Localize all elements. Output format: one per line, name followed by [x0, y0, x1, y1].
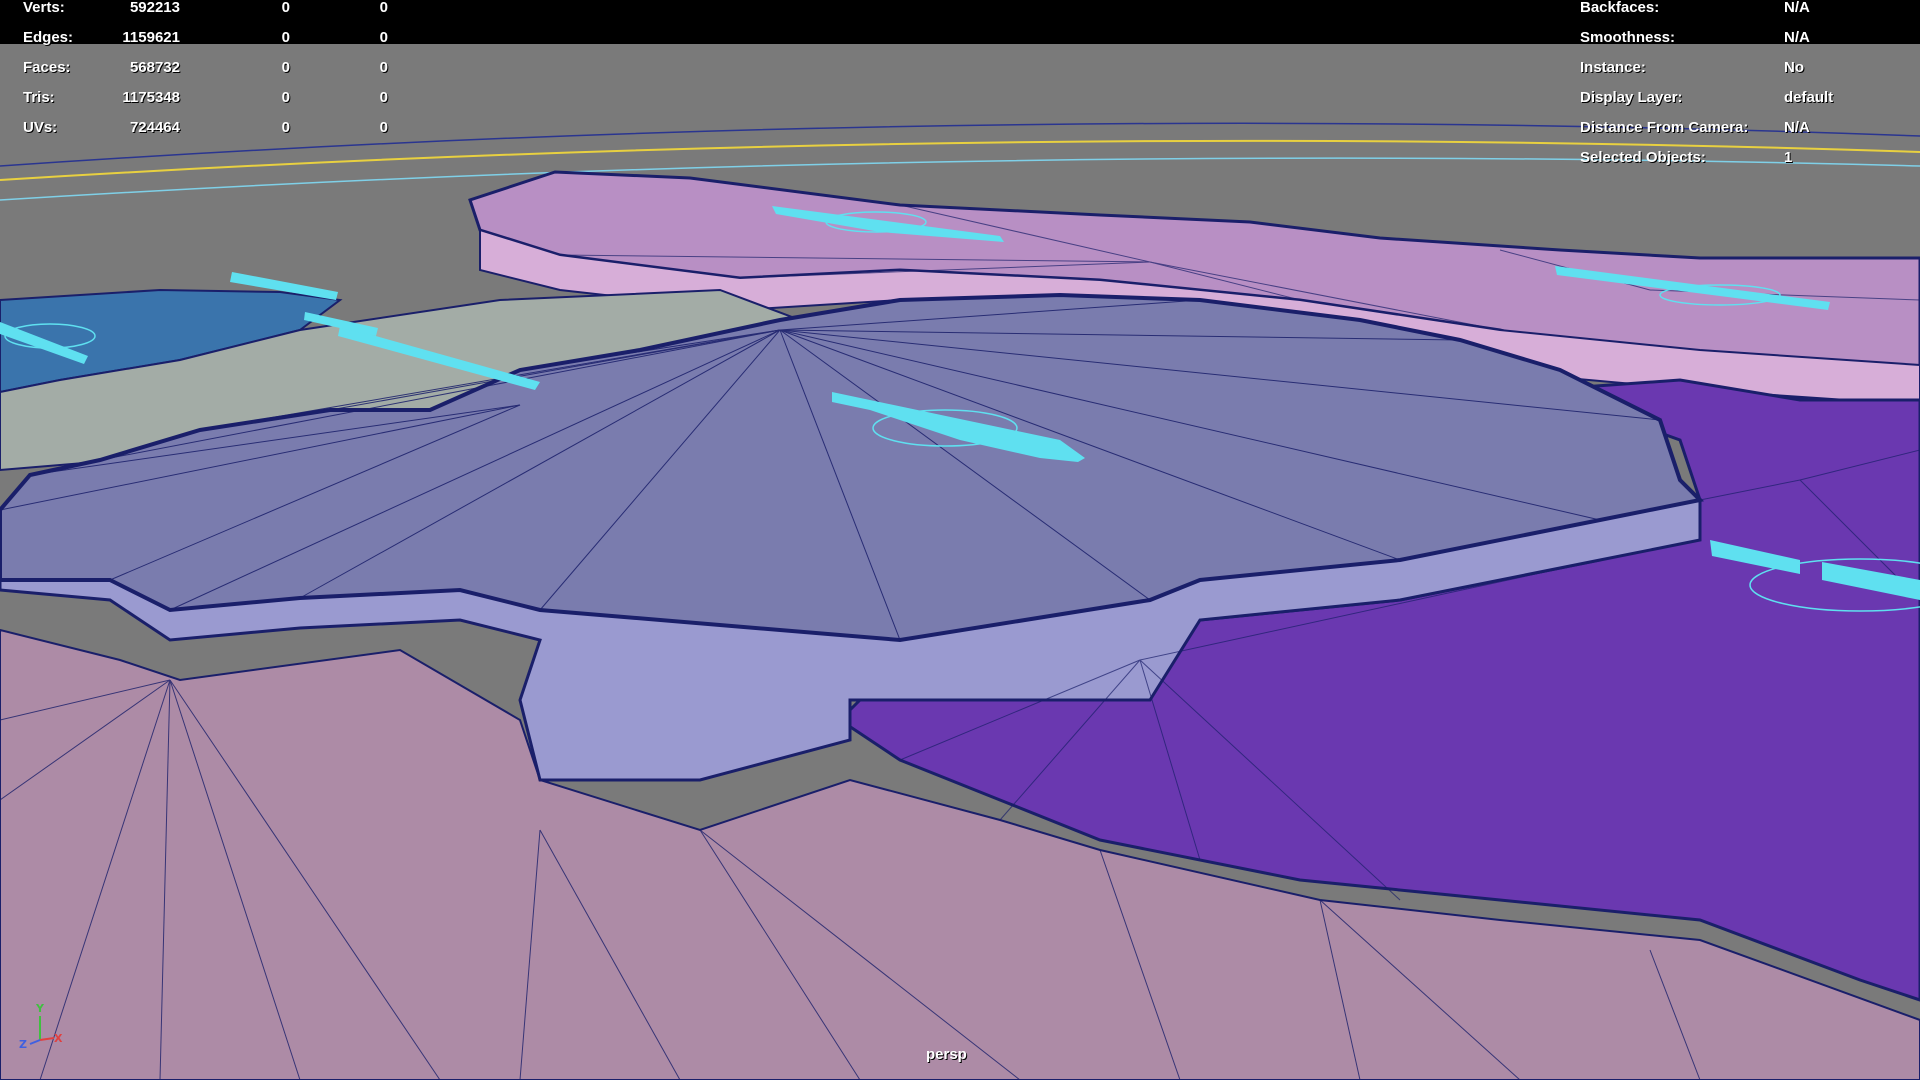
hud-label-distance-from-camera: Distance From Camera:	[1580, 119, 1749, 136]
hud-value-tris-selected: 0	[281, 89, 290, 106]
hud-value-faces-other: 0	[379, 59, 388, 76]
hud-value-smoothness: N/A	[1784, 29, 1810, 46]
view-axis-gizmo: Z Y X	[14, 1000, 74, 1060]
hud-value-uvs-other: 0	[379, 119, 388, 136]
axis-z-label: Z	[19, 1038, 27, 1051]
axis-z-line	[29, 1039, 41, 1045]
hud-label-instance: Instance:	[1580, 59, 1646, 76]
hud-value-edges-selected: 0	[281, 29, 290, 46]
camera-name-label: persp	[926, 1046, 967, 1063]
hud-value-verts-total: 592213	[129, 0, 180, 16]
hud-value-distance-from-camera: N/A	[1784, 119, 1810, 136]
hud-value-tris-other: 0	[379, 89, 388, 106]
hud-value-uvs-selected: 0	[281, 119, 290, 136]
axis-y-label: Y	[36, 1002, 44, 1015]
hud-value-selected-objects: 1	[1784, 149, 1793, 166]
hud-value-edges-other: 0	[379, 29, 388, 46]
hud-label-selected-objects: Selected Objects:	[1580, 149, 1706, 166]
hud-value-verts-other: 0	[379, 0, 388, 16]
axis-gizmo-svg	[29, 1016, 55, 1045]
hud-value-edges-total: 1159621	[122, 29, 180, 46]
hud-value-faces-selected: 0	[281, 59, 290, 76]
hud-label-smoothness: Smoothness:	[1580, 29, 1676, 46]
hud-label-backfaces: Backfaces:	[1580, 0, 1660, 16]
hud-value-tris-total: 1175348	[122, 89, 180, 106]
maya-perspective-viewport[interactable]: Verts: 592213 0 0 Edges: 1159621 0 0 Fac…	[0, 0, 1920, 1080]
hud-value-faces-total: 568732	[129, 59, 180, 76]
hud-value-instance: No	[1784, 59, 1804, 76]
hud-value-verts-selected: 0	[281, 0, 290, 16]
hud-label-display-layer: Display Layer:	[1580, 89, 1683, 106]
hud-value-backfaces: N/A	[1784, 0, 1810, 16]
axis-x-label: X	[54, 1032, 63, 1045]
hud-value-display-layer: default	[1784, 89, 1834, 106]
hud-value-uvs-total: 724464	[129, 119, 180, 136]
axis-x-line	[39, 1037, 55, 1041]
